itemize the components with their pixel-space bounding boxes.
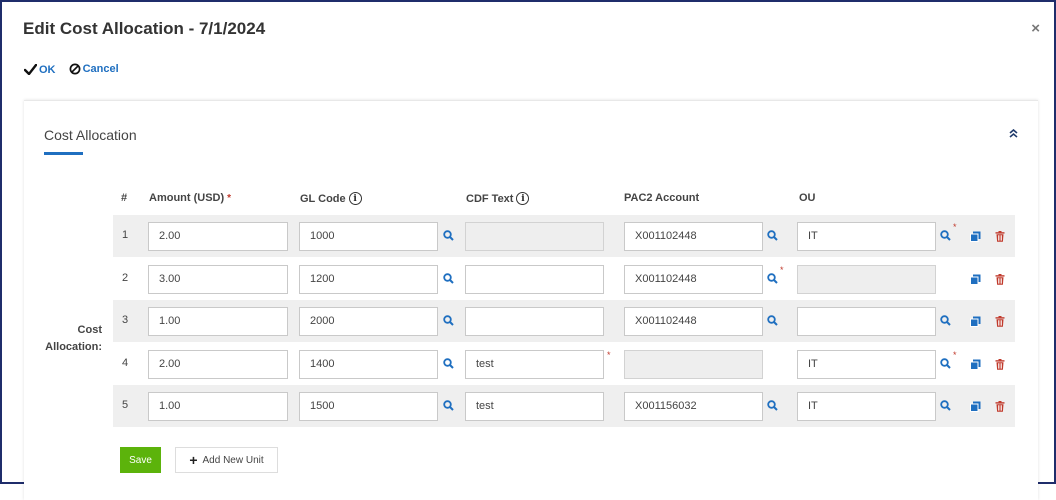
cdf-text-input[interactable]: test [465, 349, 604, 379]
trash-icon[interactable] [995, 399, 1005, 417]
amount-input[interactable]: 3.00 [148, 264, 288, 294]
close-icon[interactable]: × [1031, 20, 1040, 37]
ou-input[interactable] [797, 307, 936, 336]
copy-icon[interactable] [970, 229, 981, 247]
cancel-button[interactable]: Cancel [69, 63, 119, 75]
info-icon[interactable]: i [348, 192, 362, 205]
row-number: 3 [122, 314, 129, 326]
save-button[interactable]: Save [120, 447, 161, 473]
search-icon[interactable] [940, 313, 951, 331]
search-icon[interactable] [443, 356, 454, 374]
header-gl-code: GL Code i [300, 192, 362, 205]
ou-input [797, 264, 936, 294]
header-ou: OU [799, 192, 816, 204]
amount-input[interactable]: 1.00 [148, 307, 288, 336]
search-icon[interactable] [443, 313, 454, 331]
trash-icon[interactable] [995, 272, 1005, 290]
dialog-actions: OK Cancel [24, 63, 129, 78]
search-icon[interactable] [767, 313, 778, 331]
required-marker: * [953, 222, 957, 232]
table-row: 1 2.00 1000 X001102448 IT * [113, 215, 1015, 257]
cdf-text-input [465, 222, 604, 251]
plus-icon: + [189, 452, 198, 468]
copy-icon[interactable] [970, 272, 981, 290]
info-icon[interactable]: i [516, 192, 530, 205]
amount-input[interactable]: 2.00 [148, 222, 288, 251]
gl-code-input[interactable]: 2000 [299, 307, 438, 336]
pac2-account-input[interactable]: X001102448 [624, 307, 763, 336]
side-label-line2: Allocation: [45, 341, 102, 353]
gl-code-input[interactable]: 1200 [299, 264, 438, 294]
table-row: 3 1.00 2000 X001102448 [113, 300, 1015, 342]
ok-label: OK [39, 63, 56, 76]
copy-icon[interactable] [970, 314, 981, 332]
copy-icon[interactable] [970, 399, 981, 417]
search-icon[interactable] [767, 271, 778, 289]
header-cdf-text-label: CDF Text [466, 192, 514, 205]
table-row: 2 3.00 1200 X001102448 * [113, 258, 1015, 300]
cancel-icon [69, 63, 81, 75]
header-num: # [121, 192, 128, 204]
pac2-account-input[interactable]: X001102448 [624, 222, 763, 251]
search-icon[interactable] [940, 228, 951, 246]
search-icon[interactable] [940, 356, 951, 374]
header-amount: Amount (USD) * [149, 192, 231, 204]
gl-code-input[interactable]: 1000 [299, 222, 438, 251]
ou-input[interactable]: IT [797, 349, 936, 379]
trash-icon[interactable] [995, 314, 1005, 332]
check-icon [24, 64, 37, 75]
search-icon[interactable] [443, 398, 454, 416]
table-row: 5 1.00 1500 test X001156032 IT [113, 385, 1015, 427]
required-marker: * [780, 264, 784, 275]
row-number: 2 [122, 271, 129, 284]
table-row: 4 2.00 1400 test * IT * [113, 343, 1015, 385]
cost-allocation-panel: Cost Allocation Cost Allocation: # Amoun… [24, 100, 1038, 500]
search-icon[interactable] [443, 228, 454, 246]
search-icon[interactable] [767, 398, 778, 416]
dialog-title: Edit Cost Allocation - 7/1/2024 [23, 19, 266, 38]
pac2-account-input [624, 349, 763, 379]
ou-input[interactable]: IT [797, 392, 936, 421]
row-number: 1 [122, 229, 129, 241]
ok-button[interactable]: OK [24, 64, 56, 76]
side-label-line1: Cost [77, 324, 102, 336]
row-number: 4 [122, 356, 129, 369]
header-amount-label: Amount (USD) [149, 192, 225, 204]
section-underline [44, 152, 83, 155]
trash-icon[interactable] [995, 229, 1005, 247]
gl-code-input[interactable]: 1500 [299, 392, 438, 421]
trash-icon[interactable] [995, 357, 1005, 375]
cost-allocation-side-label: Cost Allocation: [24, 322, 102, 356]
search-icon[interactable] [940, 398, 951, 416]
cdf-text-input[interactable]: test [465, 392, 604, 421]
search-icon[interactable] [767, 228, 778, 246]
cdf-text-input[interactable] [465, 264, 604, 294]
required-marker: * [953, 349, 957, 360]
pac2-account-input[interactable]: X001156032 [624, 392, 763, 421]
header-pac2-account: PAC2 Account [624, 192, 700, 204]
section-title: Cost Allocation [44, 127, 137, 143]
cdf-text-input[interactable] [465, 307, 604, 336]
pac2-account-input[interactable]: X001102448 [624, 264, 763, 294]
cancel-label: Cancel [82, 63, 119, 75]
ou-input[interactable]: IT [797, 222, 936, 251]
dialog-frame: Edit Cost Allocation - 7/1/2024 × OK Can… [0, 0, 1056, 500]
amount-input[interactable]: 2.00 [148, 349, 288, 379]
required-marker: * [607, 349, 611, 360]
add-new-unit-label: Add New Unit [202, 454, 264, 466]
add-new-unit-button[interactable]: + Add New Unit [175, 447, 278, 473]
search-icon[interactable] [443, 271, 454, 289]
header-gl-code-label: GL Code [300, 192, 346, 205]
gl-code-input[interactable]: 1400 [299, 349, 438, 379]
chevron-double-up-icon[interactable] [1009, 125, 1018, 143]
amount-input[interactable]: 1.00 [148, 392, 288, 421]
required-marker: * [227, 192, 232, 204]
copy-icon[interactable] [970, 357, 981, 375]
header-cdf-text: CDF Text i [466, 192, 530, 205]
row-number: 5 [122, 399, 129, 411]
